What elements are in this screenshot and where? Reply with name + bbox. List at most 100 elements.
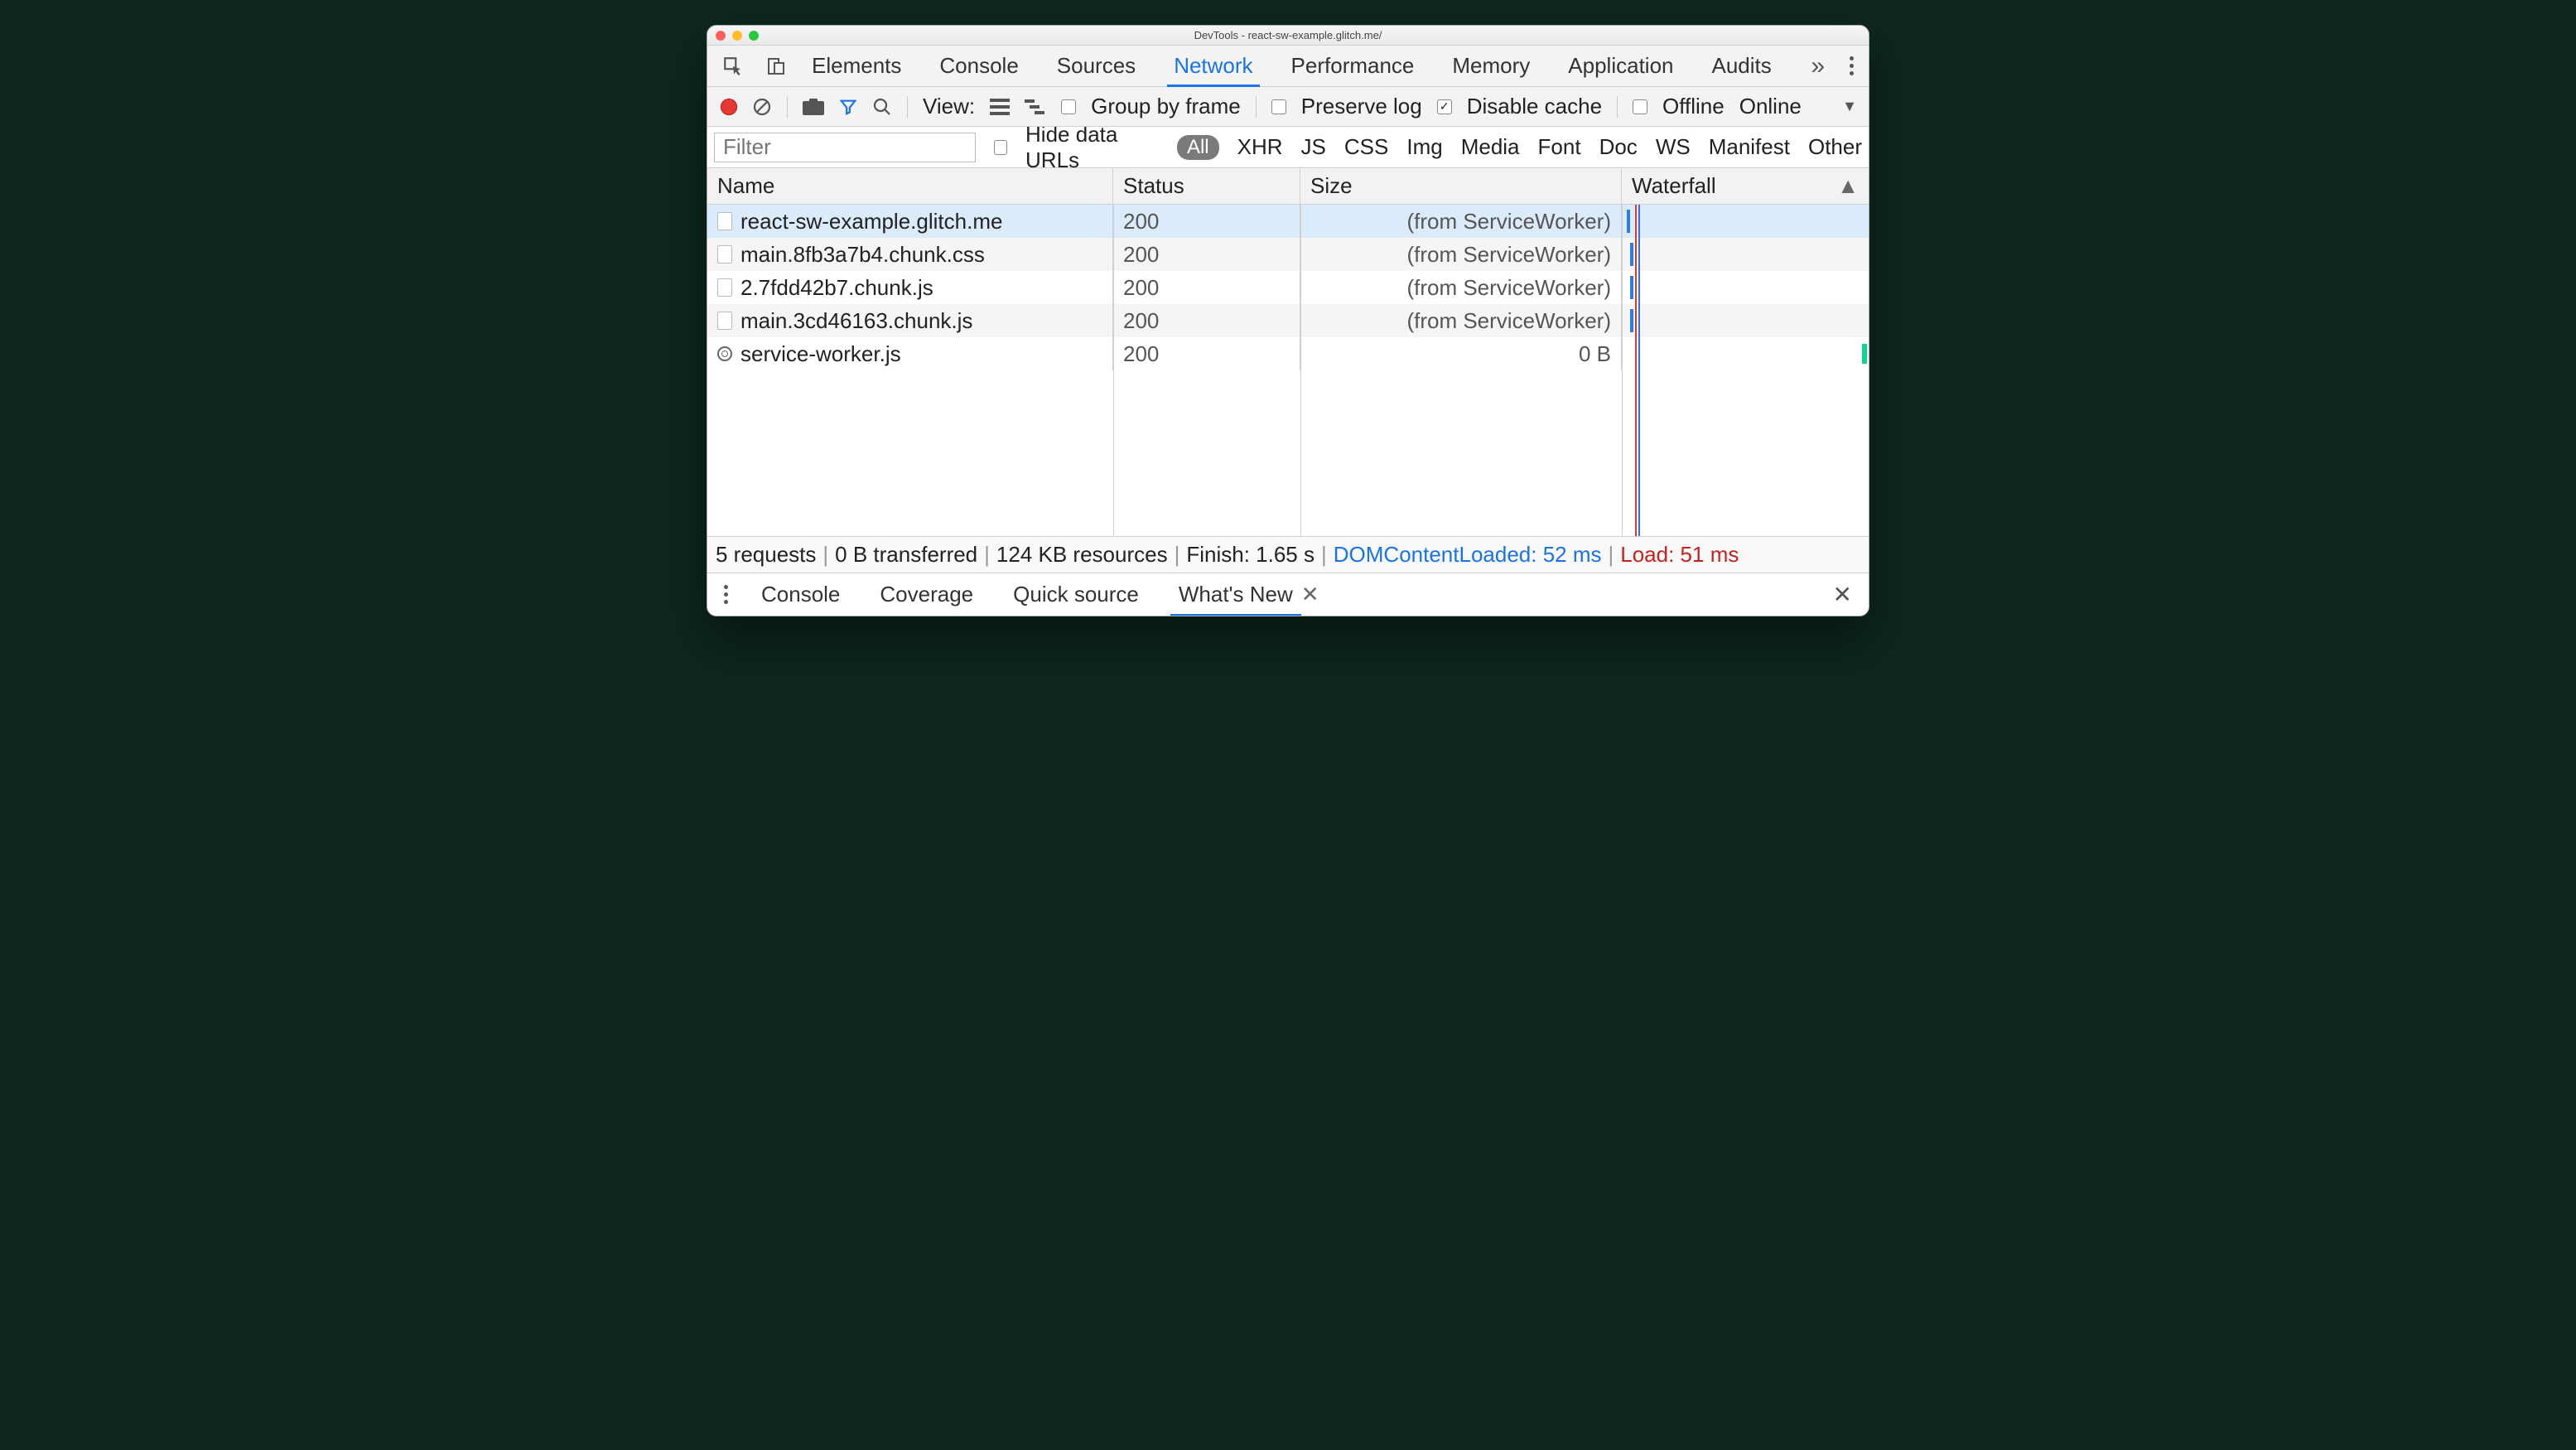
panel-tabs: Elements Console Sources Network Performance… <box>707 46 1869 87</box>
large-rows-icon[interactable] <box>990 99 1010 115</box>
filter-type-manifest[interactable]: Manifest <box>1709 134 1790 160</box>
document-icon <box>717 245 732 263</box>
table-row[interactable]: 2.7fdd42b7.chunk.js 200(from ServiceWorke… <box>707 271 1869 304</box>
filter-type-font[interactable]: Font <box>1538 134 1581 160</box>
drawer-tab-quick-source[interactable]: Quick source <box>1013 573 1139 616</box>
summary-resources: 124 KB resources <box>996 542 1168 568</box>
inspect-element-icon[interactable] <box>722 56 744 77</box>
drawer-tab-close-icon[interactable]: ✕ <box>1301 582 1319 607</box>
waterfall-bar <box>1627 210 1630 233</box>
window-title: DevTools - react-sw-example.glitch.me/ <box>707 29 1869 41</box>
devtools-window: DevTools - react-sw-example.glitch.me/ E… <box>707 25 1869 616</box>
filter-type-media[interactable]: Media <box>1461 134 1520 160</box>
sort-asc-icon: ▲ <box>1837 173 1859 199</box>
request-size: (from ServiceWorker) <box>1300 238 1622 271</box>
filter-type-all[interactable]: All <box>1177 135 1219 160</box>
request-name: main.8fb3a7b4.chunk.css <box>740 242 985 268</box>
request-name: react-sw-example.glitch.me <box>740 209 1002 234</box>
screenshot-icon[interactable] <box>803 99 824 115</box>
request-status: 200 <box>1113 304 1300 337</box>
document-icon <box>717 278 732 297</box>
waterfall-view-icon[interactable] <box>1025 99 1046 114</box>
summary-load: Load: 51 ms <box>1620 542 1739 568</box>
view-label: View: <box>923 94 975 119</box>
column-status[interactable]: Status <box>1113 168 1300 204</box>
waterfall-bar <box>1630 243 1633 266</box>
column-size[interactable]: Size <box>1300 168 1622 204</box>
online-label[interactable]: Online <box>1739 94 1802 119</box>
summary-transferred: 0 B transferred <box>835 542 977 568</box>
request-waterfall <box>1622 205 1869 238</box>
tab-console[interactable]: Console <box>939 46 1018 86</box>
table-row[interactable]: service-worker.js 2000 B <box>707 337 1869 370</box>
summary-dcl: DOMContentLoaded: 52 ms <box>1334 542 1602 568</box>
tab-audits[interactable]: Audits <box>1712 46 1772 86</box>
throttling-dropdown-icon[interactable]: ▼ <box>1842 98 1857 115</box>
drawer-tab-what-s-new[interactable]: What's New <box>1179 573 1293 616</box>
request-status: 200 <box>1113 337 1300 370</box>
filter-input[interactable] <box>714 133 976 162</box>
waterfall-bar <box>1630 276 1633 299</box>
filter-type-other[interactable]: Other <box>1808 134 1862 160</box>
request-waterfall <box>1622 337 1869 370</box>
preserve-log-label: Preserve log <box>1301 94 1422 119</box>
table-header: Name Status Size Waterfall▲ <box>707 168 1869 205</box>
tab-application[interactable]: Application <box>1568 46 1673 86</box>
panel-menu-icon[interactable] <box>1850 56 1854 75</box>
device-toolbar-icon[interactable] <box>765 56 787 77</box>
request-status: 200 <box>1113 205 1300 238</box>
filter-bar: Hide data URLs AllXHRJSCSSImgMediaFontDo… <box>707 127 1869 168</box>
hide-data-urls-checkbox[interactable] <box>994 140 1007 155</box>
request-size: (from ServiceWorker) <box>1300 271 1622 304</box>
filter-type-js[interactable]: JS <box>1301 134 1326 160</box>
offline-checkbox[interactable] <box>1633 99 1647 114</box>
column-waterfall[interactable]: Waterfall▲ <box>1622 168 1869 204</box>
table-row[interactable]: main.8fb3a7b4.chunk.css 200(from ServiceW… <box>707 238 1869 271</box>
gear-icon <box>717 346 732 361</box>
search-icon[interactable] <box>872 97 892 117</box>
hide-data-urls-label: Hide data URLs <box>1025 122 1159 173</box>
drawer-close-icon[interactable]: ✕ <box>1833 581 1852 608</box>
request-size: (from ServiceWorker) <box>1300 304 1622 337</box>
document-icon <box>717 312 732 330</box>
requests-table: react-sw-example.glitch.me200(from Servi… <box>707 205 1869 536</box>
waterfall-spark <box>1862 344 1867 364</box>
filter-icon[interactable] <box>839 98 857 116</box>
drawer-menu-icon[interactable] <box>724 585 728 604</box>
tab-sources[interactable]: Sources <box>1057 46 1136 86</box>
drawer-tab-coverage[interactable]: Coverage <box>880 573 973 616</box>
title-bar: DevTools - react-sw-example.glitch.me/ <box>707 26 1869 46</box>
request-name: 2.7fdd42b7.chunk.js <box>740 275 933 301</box>
offline-label: Offline <box>1662 94 1725 119</box>
tab-network[interactable]: Network <box>1174 46 1252 86</box>
tab-elements[interactable]: Elements <box>812 46 901 86</box>
request-name: main.3cd46163.chunk.js <box>740 308 972 334</box>
tab-performance[interactable]: Performance <box>1291 46 1415 86</box>
request-waterfall <box>1622 238 1869 271</box>
preserve-log-checkbox[interactable] <box>1271 99 1286 114</box>
request-name: service-worker.js <box>740 341 901 367</box>
record-button[interactable] <box>721 99 737 115</box>
filter-type-css[interactable]: CSS <box>1344 134 1388 160</box>
request-size: (from ServiceWorker) <box>1300 205 1622 238</box>
drawer-tab-console[interactable]: Console <box>761 573 840 616</box>
request-status: 200 <box>1113 271 1300 304</box>
request-size: 0 B <box>1300 337 1622 370</box>
filter-type-doc[interactable]: Doc <box>1599 134 1638 160</box>
table-row[interactable]: main.3cd46163.chunk.js 200(from ServiceWo… <box>707 304 1869 337</box>
disable-cache-checkbox[interactable] <box>1437 99 1452 114</box>
filter-type-ws[interactable]: WS <box>1656 134 1691 160</box>
group-by-frame-label: Group by frame <box>1091 94 1241 119</box>
tab-memory[interactable]: Memory <box>1452 46 1530 86</box>
request-status: 200 <box>1113 238 1300 271</box>
table-row[interactable]: react-sw-example.glitch.me 200(from Servi… <box>707 205 1869 238</box>
request-waterfall <box>1622 271 1869 304</box>
clear-icon[interactable] <box>752 97 772 117</box>
request-waterfall <box>1622 304 1869 337</box>
group-by-frame-checkbox[interactable] <box>1061 99 1076 114</box>
more-tabs-icon[interactable]: » <box>1811 52 1825 80</box>
summary-finish: Finish: 1.65 s <box>1186 542 1315 568</box>
filter-type-img[interactable]: Img <box>1406 134 1442 160</box>
column-name[interactable]: Name <box>707 168 1113 204</box>
filter-type-xhr[interactable]: XHR <box>1237 134 1283 160</box>
